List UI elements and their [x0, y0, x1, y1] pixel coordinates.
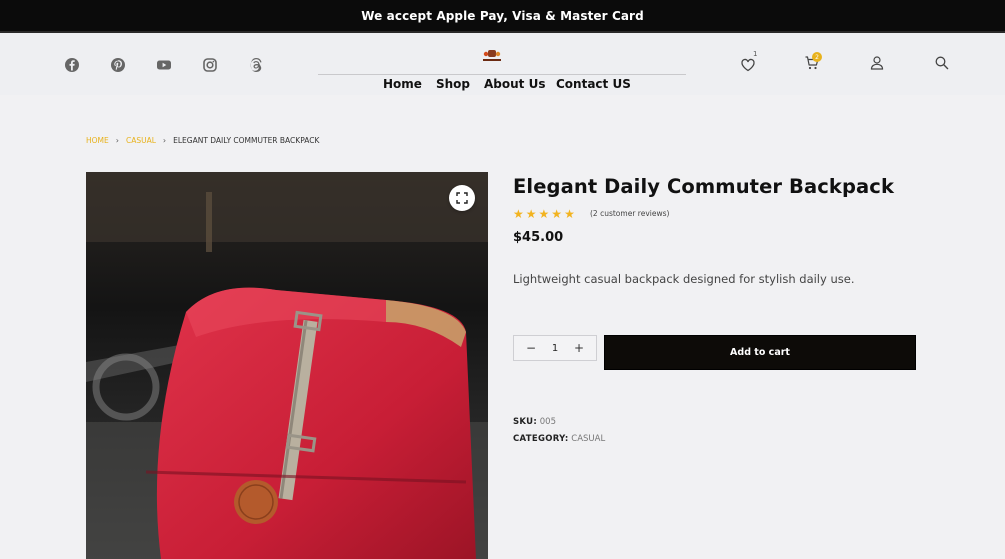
pinterest-icon[interactable] — [110, 57, 126, 73]
nav-shop[interactable]: Shop — [436, 77, 470, 91]
search-icon[interactable] — [934, 55, 950, 71]
product-image[interactable] — [86, 172, 488, 559]
category-row: CATEGORY: CASUAL — [513, 434, 605, 444]
heart-icon[interactable] — [740, 57, 756, 73]
youtube-icon[interactable] — [156, 57, 172, 73]
product-description: Lightweight casual backpack designed for… — [513, 272, 855, 286]
star-icon: ★ — [564, 207, 575, 221]
breadcrumb-home[interactable]: HOME — [86, 136, 109, 145]
nav-home[interactable]: Home — [383, 77, 422, 91]
star-icon: ★ — [525, 207, 537, 221]
star-icon: ★ — [551, 207, 563, 221]
product-title: Elegant Daily Commuter Backpack — [513, 175, 895, 198]
announcement-text: We accept Apple Pay, Visa & Master Card — [361, 8, 644, 23]
cart-count-badge: 2 — [812, 52, 822, 62]
product-price: $45.00 — [513, 230, 564, 245]
quantity-stepper: − 1 + — [513, 335, 597, 361]
instagram-icon[interactable] — [202, 57, 218, 73]
breadcrumb-category[interactable]: CASUAL — [126, 136, 156, 145]
breadcrumb: HOME › CASUAL › ELEGANT DAILY COMMUTER B… — [86, 136, 319, 145]
rating-stars: ★ ★ ★ ★ ★ — [513, 208, 575, 220]
nav-contact[interactable]: Contact US — [556, 77, 631, 91]
chevron-right-icon: › — [115, 136, 119, 145]
sku-value: 005 — [539, 417, 556, 427]
reviews-link[interactable]: (2 customer reviews) — [590, 209, 669, 218]
category-label: CATEGORY: — [513, 434, 569, 444]
star-icon: ★ — [513, 207, 524, 221]
backpack-photo — [86, 172, 488, 559]
announcement-bar: We accept Apple Pay, Visa & Master Card — [0, 0, 1005, 33]
sku-label: SKU: — [513, 417, 538, 427]
user-icon[interactable] — [869, 55, 885, 71]
chevron-right-icon: › — [162, 136, 167, 145]
decrease-button[interactable]: − — [526, 341, 536, 355]
sku-row: SKU: 005 — [513, 417, 556, 427]
brand-logo[interactable] — [481, 49, 503, 63]
site-header: Home Shop About Us Contact US 1 2 — [0, 33, 1005, 95]
wishlist-count: 1 — [753, 50, 758, 58]
breadcrumb-current: ELEGANT DAILY COMMUTER BACKPACK — [173, 136, 320, 145]
main-nav: Home Shop About Us Contact US — [0, 75, 1005, 93]
zoom-button[interactable] — [449, 185, 475, 211]
expand-icon — [456, 192, 468, 204]
facebook-icon[interactable] — [64, 57, 80, 73]
add-to-cart-button[interactable]: Add to cart — [604, 335, 916, 370]
threads-icon[interactable] — [248, 57, 264, 73]
nav-about[interactable]: About Us — [484, 77, 545, 91]
category-link[interactable]: CASUAL — [571, 434, 605, 444]
quantity-input[interactable]: 1 — [552, 343, 558, 354]
increase-button[interactable]: + — [574, 341, 584, 355]
star-icon: ★ — [538, 207, 550, 221]
